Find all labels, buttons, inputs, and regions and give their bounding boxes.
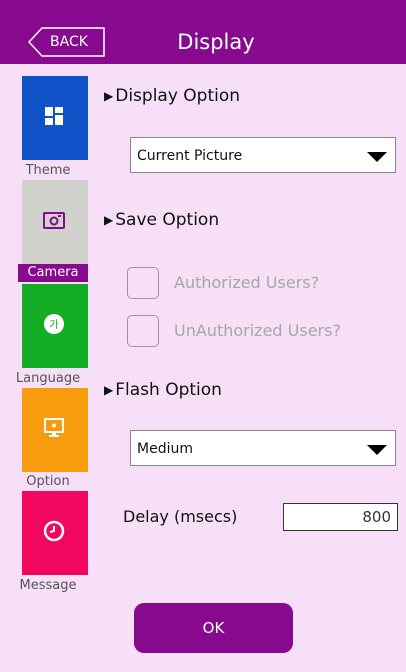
sidebar-item-label: Option <box>26 474 70 489</box>
display-option-heading[interactable]: ▶ Display Option <box>104 84 240 108</box>
header-bar: BACK Display <box>0 0 406 64</box>
display-option-value: Current Picture <box>137 148 243 164</box>
display-option-heading-text: Display Option <box>115 86 241 106</box>
delay-input[interactable]: 800 <box>283 503 398 531</box>
chevron-down-icon <box>367 152 387 162</box>
flash-option-heading[interactable]: ▶ Flash Option <box>104 378 222 402</box>
sidebar-item-label: Language <box>15 371 81 386</box>
back-button-label: BACK <box>50 34 88 50</box>
sidebar-item-message[interactable] <box>22 491 88 575</box>
back-button[interactable]: BACK <box>28 27 106 57</box>
checkbox-box <box>127 315 159 347</box>
unauthorized-users-label: UnAuthorized Users? <box>174 321 341 340</box>
svg-text:가: 가 <box>49 319 58 331</box>
flash-option-value: Medium <box>137 441 193 457</box>
sidebar: Theme Camera 가 Language Option Message <box>0 64 96 593</box>
sidebar-item-label: Message <box>19 578 77 593</box>
triangle-right-icon: ▶ <box>104 213 114 227</box>
sidebar-item-theme[interactable] <box>22 76 88 160</box>
monitor-icon <box>44 418 64 437</box>
sidebar-item-language[interactable]: 가 <box>22 284 88 368</box>
grid-icon <box>45 107 63 125</box>
save-option-heading-text: Save Option <box>115 210 220 230</box>
language-icon: 가 <box>44 314 64 334</box>
flash-option-select[interactable]: Medium <box>130 430 396 466</box>
camera-icon <box>43 212 65 229</box>
ok-button[interactable]: OK <box>134 603 293 653</box>
sidebar-item-option[interactable] <box>22 388 88 472</box>
sidebar-item-label: Theme <box>25 163 71 178</box>
unauthorized-users-checkbox[interactable]: UnAuthorized Users? <box>127 315 367 347</box>
authorized-users-label: Authorized Users? <box>174 273 320 292</box>
flash-option-heading-text: Flash Option <box>115 380 222 400</box>
delay-label: Delay (msecs) <box>123 507 238 526</box>
clock-icon <box>43 520 65 542</box>
sidebar-item-label: Camera <box>18 264 88 282</box>
page-title: Display <box>177 30 255 54</box>
display-option-select[interactable]: Current Picture <box>130 137 396 173</box>
chevron-down-icon <box>367 445 387 455</box>
triangle-right-icon: ▶ <box>104 383 114 397</box>
sidebar-item-camera[interactable] <box>22 180 88 264</box>
save-option-heading[interactable]: ▶ Save Option <box>104 208 219 232</box>
authorized-users-checkbox[interactable]: Authorized Users? <box>127 267 347 299</box>
triangle-right-icon: ▶ <box>104 89 114 103</box>
checkbox-box <box>127 267 159 299</box>
